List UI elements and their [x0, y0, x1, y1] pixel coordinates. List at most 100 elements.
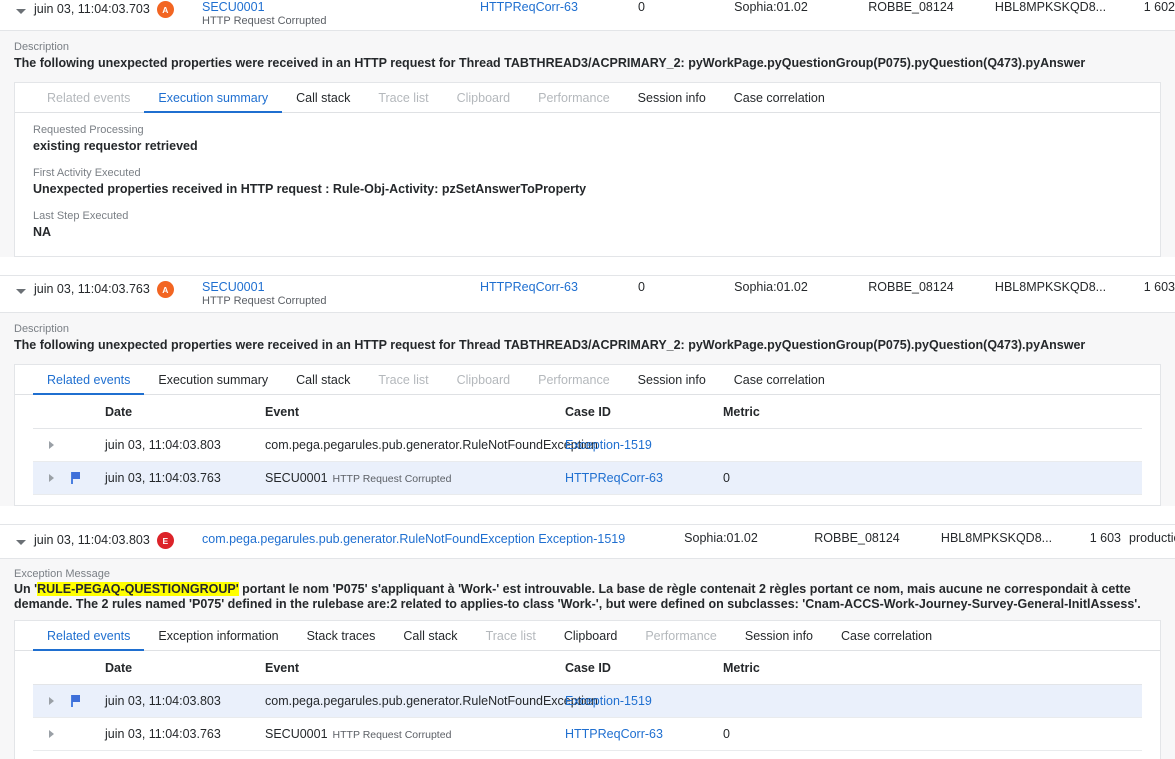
event-header-row[interactable]: juin 03, 11:04:03.703 A SECU0001 HTTP Re…	[0, 0, 1175, 30]
event-metric: 0	[626, 0, 702, 14]
detail-tab-panel: Related events Exception information Sta…	[14, 620, 1161, 759]
event-node: Sophia:01.02	[656, 531, 786, 545]
tab-bar: Related events Execution summary Call st…	[15, 83, 1160, 113]
event-case-id[interactable]: HTTPReqCorr-63	[476, 280, 626, 294]
expand-row-toggle[interactable]	[33, 697, 69, 705]
cell-event-text: com.pega.pegarules.pub.generator.RuleNot…	[265, 694, 598, 708]
cell-case-id[interactable]: Exception-1519	[565, 694, 723, 708]
tab-clipboard: Clipboard	[443, 373, 525, 394]
expand-row-toggle[interactable]	[33, 474, 69, 482]
event-user: ROBBE_08124	[840, 0, 982, 14]
event-exception-name[interactable]: com.pega.pegarules.pub.generator.RuleNot…	[202, 531, 656, 547]
flag-cell	[69, 695, 105, 707]
table-row[interactable]: juin 03, 11:04:03.763 SECU0001HTTP Reque…	[33, 462, 1142, 495]
cell-case-id[interactable]: HTTPReqCorr-63	[565, 727, 723, 741]
tab-related-events[interactable]: Related events	[33, 373, 144, 394]
tab-trace-list: Trace list	[364, 373, 442, 394]
tab-execution-summary[interactable]: Execution summary	[144, 91, 282, 112]
event-header-row[interactable]: juin 03, 11:04:03.763 A SECU0001 HTTP Re…	[0, 276, 1175, 312]
table-row[interactable]: juin 03, 11:04:03.803 com.pega.pegarules…	[33, 685, 1142, 718]
tab-execution-summary[interactable]: Execution summary	[144, 373, 282, 394]
event-user: ROBBE_08124	[786, 531, 928, 545]
tab-session-info[interactable]: Session info	[624, 91, 720, 112]
tab-bar: Related events Exception information Sta…	[15, 621, 1160, 651]
summary-label: First Activity Executed	[33, 166, 1142, 181]
column-header-case-id: Case ID	[565, 661, 723, 675]
chevron-down-icon[interactable]	[14, 535, 28, 549]
tab-clipboard[interactable]: Clipboard	[550, 629, 632, 650]
status-badge-error: E	[157, 532, 174, 549]
chevron-down-icon[interactable]	[14, 4, 28, 18]
tab-exception-information[interactable]: Exception information	[144, 629, 292, 650]
event-timestamp: juin 03, 11:04:03.703	[34, 1, 150, 17]
execution-summary-content: Requested Processing existing requestor …	[15, 113, 1160, 256]
cell-event-text: SECU0001	[265, 471, 328, 485]
cell-event: com.pega.pegarules.pub.generator.RuleNot…	[265, 694, 565, 708]
event-code[interactable]: SECU0001	[202, 280, 476, 294]
event-node: Sophia:01.02	[702, 0, 840, 14]
column-header-event: Event	[265, 405, 565, 419]
expand-row-toggle[interactable]	[33, 441, 69, 449]
tab-call-stack[interactable]: Call stack	[282, 91, 364, 112]
chevron-right-icon	[49, 441, 54, 449]
cell-event-text: SECU0001	[265, 727, 328, 741]
flag-icon	[71, 695, 80, 707]
event-case-id[interactable]: HTTPReqCorr-63	[476, 0, 626, 14]
tab-case-correlation[interactable]: Case correlation	[720, 91, 839, 112]
event-detail-panel: Exception Message Un 'RULE-PEGAQ-QUESTIO…	[0, 558, 1175, 759]
cell-case-id[interactable]: HTTPReqCorr-63	[565, 471, 723, 485]
cell-event-subtext: HTTP Request Corrupted	[333, 729, 452, 741]
cell-event: com.pega.pegarules.pub.generator.RuleNot…	[265, 438, 565, 452]
event-code[interactable]: SECU0001	[202, 0, 476, 14]
exception-message-text: Un 'RULE-PEGAQ-QUESTIONGROUP' portant le…	[14, 582, 1161, 612]
tab-related-events: Related events	[33, 91, 144, 112]
cell-event: SECU0001HTTP Request Corrupted	[265, 471, 565, 485]
cell-date: juin 03, 11:04:03.763	[105, 727, 265, 741]
event-timestamp-group: juin 03, 11:04:03.803 E	[14, 531, 186, 549]
table-row[interactable]: juin 03, 11:04:03.803 com.pega.pegarules…	[33, 429, 1142, 462]
summary-item: Last Step Executed NA	[33, 209, 1142, 240]
event-detail-panel: Description The following unexpected pro…	[0, 312, 1175, 524]
event-number: 1 602	[1119, 0, 1175, 14]
cell-date: juin 03, 11:04:03.803	[105, 694, 265, 708]
detail-tab-panel: Related events Execution summary Call st…	[14, 82, 1161, 257]
column-header-date: Date	[105, 405, 265, 419]
cell-metric: 0	[723, 471, 843, 485]
summary-label: Requested Processing	[33, 123, 1142, 138]
event-header-row[interactable]: juin 03, 11:04:03.803 E com.pega.pegarul…	[0, 525, 1175, 558]
tab-stack-traces[interactable]: Stack traces	[293, 629, 390, 650]
event-timestamp: juin 03, 11:04:03.803	[34, 532, 150, 548]
detail-tab-panel: Related events Execution summary Call st…	[14, 364, 1161, 506]
event-code-description: HTTP Request Corrupted	[202, 14, 476, 28]
summary-label: Last Step Executed	[33, 209, 1142, 224]
expand-row-toggle[interactable]	[33, 730, 69, 738]
status-badge-alert: A	[157, 281, 174, 298]
cell-date: juin 03, 11:04:03.763	[105, 471, 265, 485]
column-header-case-id: Case ID	[565, 405, 723, 419]
chevron-right-icon	[49, 474, 54, 482]
column-header-event: Event	[265, 661, 565, 675]
tab-call-stack[interactable]: Call stack	[282, 373, 364, 394]
column-header-date: Date	[105, 661, 265, 675]
cell-event-text: com.pega.pegarules.pub.generator.RuleNot…	[265, 438, 598, 452]
event-detail-panel: Description The following unexpected pro…	[0, 30, 1175, 275]
description-block: Description The following unexpected pro…	[0, 313, 1175, 364]
flag-cell	[69, 472, 105, 484]
tab-bar: Related events Execution summary Call st…	[15, 365, 1160, 395]
tab-call-stack[interactable]: Call stack	[389, 629, 471, 650]
table-header-row: Date Event Case ID Metric	[33, 395, 1142, 429]
summary-item: Requested Processing existing requestor …	[33, 123, 1142, 154]
tab-case-correlation[interactable]: Case correlation	[720, 373, 839, 394]
tab-case-correlation[interactable]: Case correlation	[827, 629, 946, 650]
tab-related-events[interactable]: Related events	[33, 629, 144, 650]
event-node: Sophia:01.02	[702, 280, 840, 294]
tab-session-info[interactable]: Session info	[624, 373, 720, 394]
summary-value: existing requestor retrieved	[33, 138, 1142, 154]
cell-event: SECU0001 HTTP Request Corrupted	[265, 727, 565, 741]
tab-trace-list: Trace list	[472, 629, 550, 650]
chevron-down-icon[interactable]	[14, 284, 28, 298]
cell-case-id[interactable]: Exception-1519	[565, 438, 723, 452]
tab-session-info[interactable]: Session info	[731, 629, 827, 650]
summary-value: NA	[33, 224, 1142, 240]
table-row[interactable]: juin 03, 11:04:03.763 SECU0001 HTTP Reque…	[33, 718, 1142, 751]
